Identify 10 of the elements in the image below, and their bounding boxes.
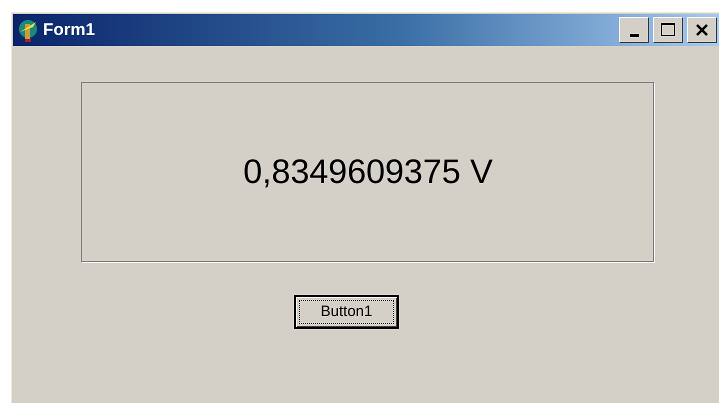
maximize-icon <box>660 22 676 38</box>
action-button[interactable]: Button1 <box>294 295 399 329</box>
app-icon <box>17 18 39 42</box>
maximize-button[interactable] <box>653 17 683 43</box>
voltage-reading: 0,8349609375 V <box>243 153 493 192</box>
close-button[interactable] <box>687 17 717 43</box>
minimize-button[interactable] <box>619 17 649 43</box>
minimize-icon <box>630 34 638 36</box>
window-title: Form1 <box>43 20 96 40</box>
close-icon <box>695 23 709 37</box>
